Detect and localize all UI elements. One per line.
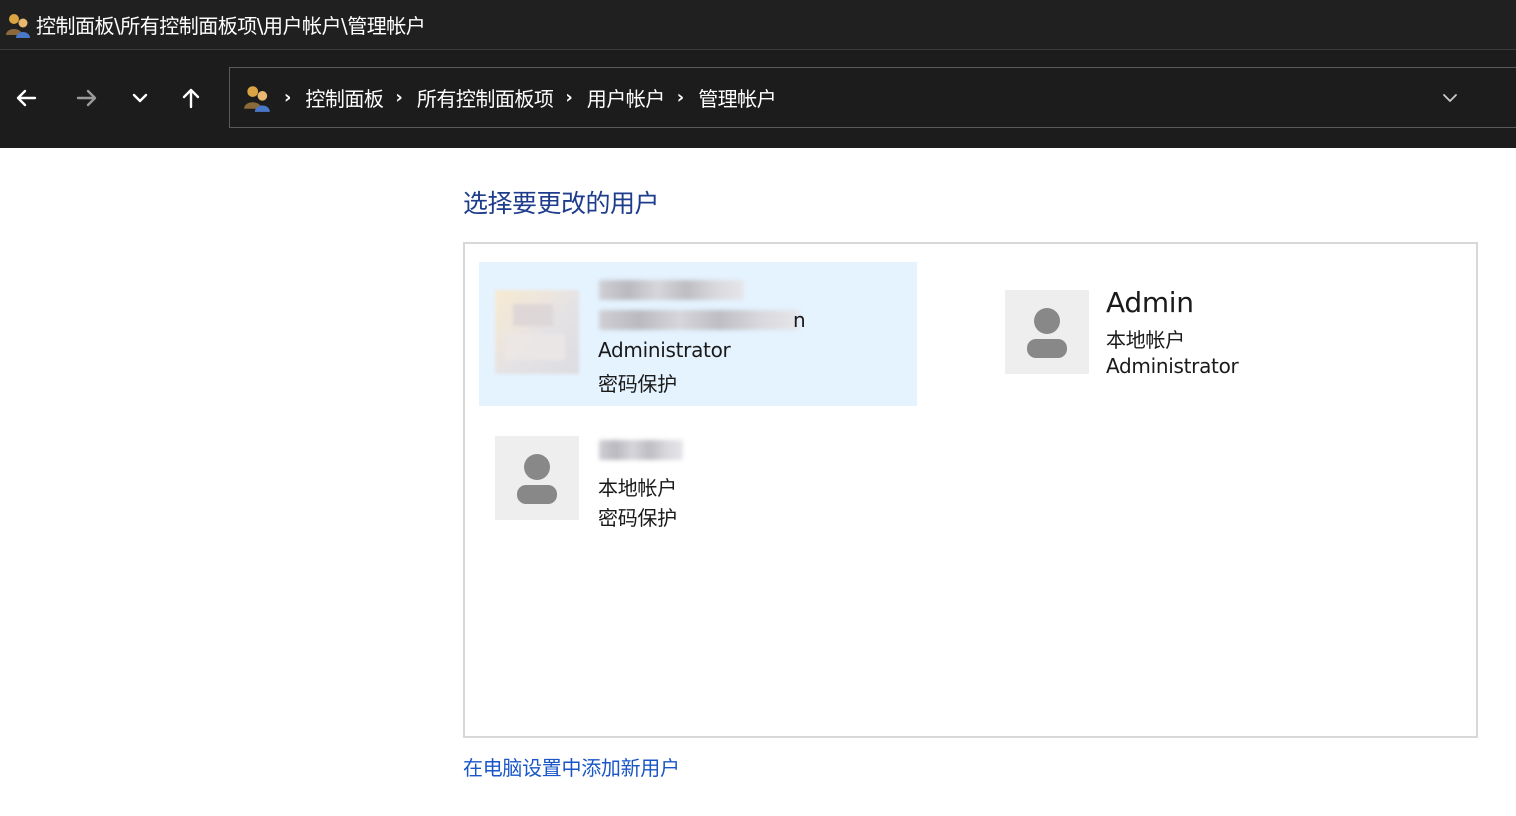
up-button[interactable] xyxy=(173,80,209,116)
window-title: 控制面板\所有控制面板项\用户帐户\管理帐户 xyxy=(36,14,426,38)
breadcrumb-control-panel[interactable]: 控制面板 xyxy=(305,83,384,112)
arrow-left-icon xyxy=(16,89,37,107)
person-icon xyxy=(1027,308,1067,358)
avatar xyxy=(495,436,579,520)
users-icon xyxy=(6,13,30,38)
chevron-down-icon xyxy=(132,93,148,103)
page-title: 选择要更改的用户 xyxy=(463,189,660,218)
user-name xyxy=(599,440,683,460)
forward-button[interactable] xyxy=(69,80,105,116)
recent-locations-button[interactable] xyxy=(122,80,158,116)
avatar xyxy=(495,290,579,374)
user-type: Administrator xyxy=(598,338,731,362)
user-tile[interactable]: n Administrator 密码保护 xyxy=(479,262,917,406)
navigation-bar: › 控制面板 › 所有控制面板项 › 用户帐户 › 管理帐户 xyxy=(0,50,1516,148)
user-tile[interactable]: Admin 本地帐户 Administrator xyxy=(989,262,1427,406)
breadcrumb-separator: › xyxy=(284,87,292,108)
user-name xyxy=(599,280,744,300)
arrow-right-icon xyxy=(76,89,97,107)
user-tile[interactable]: 本地帐户 密码保护 xyxy=(479,412,917,556)
breadcrumb-user-accounts[interactable]: 用户帐户 xyxy=(587,83,666,112)
person-icon xyxy=(517,454,557,504)
user-email xyxy=(599,310,799,330)
user-name: Admin xyxy=(1106,286,1194,319)
breadcrumb-manage-accounts[interactable]: 管理帐户 xyxy=(698,83,777,112)
user-account-kind: 本地帐户 xyxy=(1106,328,1185,352)
user-type: Administrator xyxy=(1106,354,1239,378)
avatar xyxy=(1005,290,1089,374)
users-icon xyxy=(244,85,270,112)
breadcrumb-separator: › xyxy=(565,87,573,108)
add-user-link[interactable]: 在电脑设置中添加新用户 xyxy=(463,752,680,781)
breadcrumb-separator: › xyxy=(395,87,403,108)
user-status: 密码保护 xyxy=(598,372,677,396)
arrow-up-icon xyxy=(182,88,200,109)
user-list-panel: n Administrator 密码保护 Admin 本地帐户 Administ… xyxy=(463,242,1478,738)
breadcrumb-separator: › xyxy=(676,87,685,108)
user-status: 密码保护 xyxy=(598,506,677,530)
address-bar[interactable]: › 控制面板 › 所有控制面板项 › 用户帐户 › 管理帐户 xyxy=(229,67,1516,128)
user-account-kind: 本地帐户 xyxy=(598,476,677,500)
chevron-down-icon[interactable] xyxy=(1440,88,1460,108)
user-email-suffix: n xyxy=(793,308,806,332)
breadcrumb-all-items[interactable]: 所有控制面板项 xyxy=(417,83,554,112)
back-button[interactable] xyxy=(8,80,44,116)
title-bar: 控制面板\所有控制面板项\用户帐户\管理帐户 xyxy=(0,0,1516,50)
